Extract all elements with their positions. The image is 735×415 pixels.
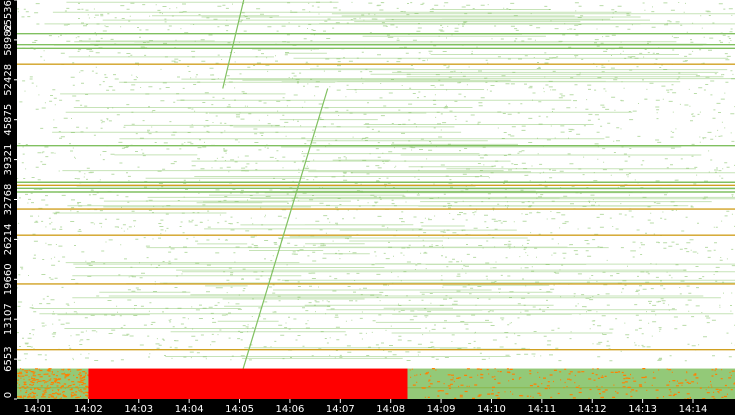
x-tick-label-10: 14:11 (527, 404, 556, 415)
x-tick-label-3: 14:04 (175, 404, 204, 415)
y-tick-label-5: 32768 (3, 184, 14, 216)
x-tick-label-0: 14:01 (24, 404, 53, 415)
y-tick-label-6: 39321 (3, 144, 14, 176)
y-tick-label-4: 26214 (3, 223, 14, 255)
y-tick-label-2: 13107 (3, 303, 14, 335)
traffic-heatmap-chart: 14:01 14:02 14:03 14:04 14:05 14:06 14:07 14:08… (0, 0, 735, 415)
y-tick-label-8: 52428 (3, 64, 14, 96)
x-tick-label-4: 14:05 (225, 404, 254, 415)
x-tick-label-9: 14:10 (477, 404, 506, 415)
x-tick-label-6: 14:07 (326, 404, 355, 415)
x-axis-strip (0, 399, 735, 415)
x-tick-label-8: 14:09 (427, 404, 456, 415)
density-band-1 (88, 368, 408, 399)
chart-svg: 14:01 14:02 14:03 14:04 14:05 14:06 14:07 14:08… (0, 0, 735, 415)
plot-area (17, 0, 735, 399)
x-tick-label-1: 14:02 (74, 404, 103, 415)
y-tick-label-10: 65536 (3, 0, 14, 32)
x-tick-label-7: 14:08 (376, 404, 405, 415)
y-tick-label-1: 6553 (3, 346, 14, 371)
x-tick-label-13: 14:14 (679, 404, 708, 415)
x-tick-label-12: 14:13 (628, 404, 657, 415)
x-tick-label-11: 14:12 (578, 404, 607, 415)
x-tick-label-2: 14:03 (124, 404, 153, 415)
x-tick-label-5: 14:06 (276, 404, 305, 415)
y-tick-label-0: 0 (3, 392, 14, 398)
y-tick-label-3: 19660 (3, 263, 14, 295)
y-tick-label-7: 45875 (3, 104, 14, 136)
